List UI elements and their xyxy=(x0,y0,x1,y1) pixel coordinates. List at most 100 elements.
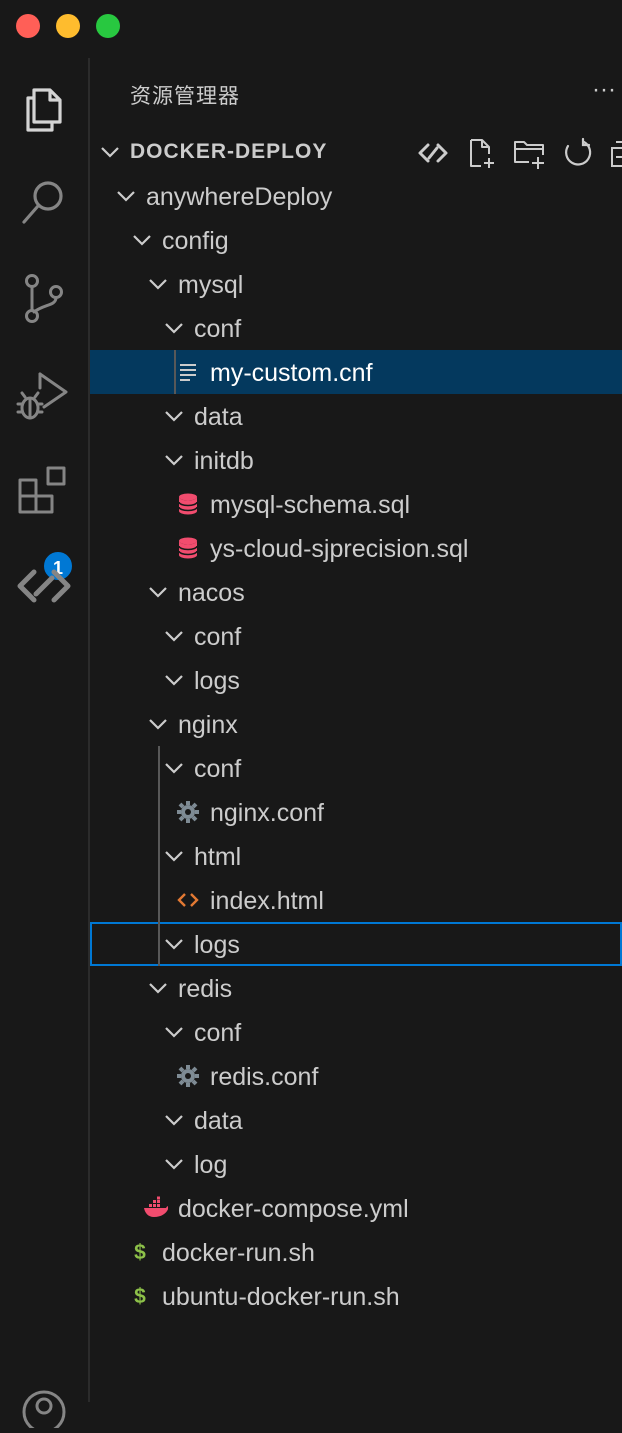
tree-item-label: redis.conf xyxy=(210,1063,319,1091)
chevron-down-icon xyxy=(149,719,167,730)
chevron-down-icon xyxy=(165,455,183,466)
tree-item-label: logs xyxy=(194,931,240,959)
tree-folder-row[interactable]: html xyxy=(90,834,622,878)
tree-folder-row[interactable]: anywhereDeploy xyxy=(90,174,622,218)
tree-item-label: ubuntu-docker-run.sh xyxy=(162,1283,400,1311)
source-control-icon[interactable] xyxy=(14,268,74,328)
chevron-down-icon xyxy=(165,763,183,774)
tree-item-label: data xyxy=(194,403,243,431)
database-icon xyxy=(178,493,198,515)
tree-item-label: index.html xyxy=(210,887,324,915)
workspace-root[interactable]: DOCKER-DEPLOY xyxy=(90,130,622,174)
search-icon[interactable] xyxy=(14,172,74,232)
more-actions-button[interactable]: ··· xyxy=(592,76,616,104)
tree-file-row[interactable]: ys-cloud-sjprecision.sql xyxy=(90,526,622,570)
extensions-icon[interactable] xyxy=(14,460,74,520)
shell-icon: $ xyxy=(134,1241,146,1264)
new-folder-icon[interactable] xyxy=(512,136,546,170)
chevron-down-icon xyxy=(101,147,119,158)
svg-text:$: $ xyxy=(134,1241,146,1264)
tree-item-label: conf xyxy=(194,755,242,783)
chevron-down-icon xyxy=(165,1027,183,1038)
run-debug-icon[interactable] xyxy=(14,364,74,424)
explorer-sidebar: 资源管理器 ··· DOCKER-DEPLOY anywhereDeploy c… xyxy=(90,58,622,1402)
tree-item-label: initdb xyxy=(194,447,254,475)
tree-file-row[interactable]: docker-compose.yml xyxy=(90,1186,622,1230)
tree-item-label: ys-cloud-sjprecision.sql xyxy=(210,535,469,563)
tree-folder-row[interactable]: data xyxy=(90,394,622,438)
tree-folder-row[interactable]: redis xyxy=(90,966,622,1010)
tree-folder-row[interactable]: conf xyxy=(90,746,622,790)
minimize-window-button[interactable] xyxy=(56,14,80,38)
tree-file-row[interactable]: index.html xyxy=(90,878,622,922)
files-icon[interactable] xyxy=(14,76,74,136)
tree-folder-row[interactable]: log xyxy=(90,1142,622,1186)
account-icon[interactable] xyxy=(14,1368,74,1433)
tree-folder-row[interactable]: nacos xyxy=(90,570,622,614)
tree-item-label: mysql xyxy=(178,271,244,299)
indent-guide xyxy=(158,746,160,966)
chevron-down-icon xyxy=(149,279,167,290)
tree-file-row[interactable]: redis.conf xyxy=(90,1054,622,1098)
workspace-root-label: DOCKER-DEPLOY xyxy=(130,140,328,163)
chevron-down-icon xyxy=(149,587,167,598)
indent-guide xyxy=(174,350,176,394)
explorer-title: 资源管理器 xyxy=(130,85,240,108)
tree-file-row[interactable]: my-custom.cnf xyxy=(90,350,622,394)
tree-folder-row[interactable]: initdb xyxy=(90,438,622,482)
tree-file-row[interactable]: mysql-schema.sql xyxy=(90,482,622,526)
collapse-all-icon[interactable] xyxy=(608,136,622,170)
remote-icon[interactable] xyxy=(14,556,74,616)
maximize-window-button[interactable] xyxy=(96,14,120,38)
tree-item-label: log xyxy=(194,1151,228,1179)
new-file-icon[interactable] xyxy=(464,136,498,170)
close-window-button[interactable] xyxy=(16,14,40,38)
chevron-down-icon xyxy=(165,1115,183,1126)
chevron-down-icon xyxy=(165,411,183,422)
chevron-down-icon xyxy=(165,851,183,862)
tree-item-label: conf xyxy=(194,315,242,343)
tree-folder-row[interactable]: conf xyxy=(90,614,622,658)
text-file-icon xyxy=(180,364,196,381)
chevron-down-icon xyxy=(117,191,135,202)
tree-folder-row[interactable]: conf xyxy=(90,306,622,350)
tree-item-label: docker-compose.yml xyxy=(178,1195,409,1223)
tree-folder-row[interactable]: nginx xyxy=(90,702,622,746)
chevron-down-icon xyxy=(165,631,183,642)
tree-item-label: conf xyxy=(194,623,242,651)
refresh-icon[interactable] xyxy=(560,136,594,170)
tree-file-row[interactable]: $ docker-run.sh xyxy=(90,1230,622,1274)
tree-item-label: nginx.conf xyxy=(210,799,324,827)
tree-folder-row[interactable]: mysql xyxy=(90,262,622,306)
tree-item-label: html xyxy=(194,843,242,871)
tree-item-label: mysql-schema.sql xyxy=(210,491,411,519)
chevron-down-icon xyxy=(165,323,183,334)
chevron-down-icon xyxy=(165,939,183,950)
tree-item-label: logs xyxy=(194,667,240,695)
remote-icon[interactable] xyxy=(416,136,450,170)
chevron-down-icon xyxy=(165,675,183,686)
tree-folder-row[interactable]: logs xyxy=(90,658,622,702)
title-bar xyxy=(0,0,622,58)
tree-item-label: data xyxy=(194,1107,243,1135)
tree-folder-row[interactable]: logs xyxy=(90,922,622,966)
shell-icon: $ xyxy=(134,1285,146,1308)
chevron-down-icon xyxy=(149,983,167,994)
gear-icon xyxy=(177,1065,199,1087)
tree-folder-row[interactable]: data xyxy=(90,1098,622,1142)
tree-file-row[interactable]: $ ubuntu-docker-run.sh xyxy=(90,1274,622,1318)
tree-item-label: docker-run.sh xyxy=(162,1239,315,1267)
tree-item-label: conf xyxy=(194,1019,242,1047)
database-icon xyxy=(178,537,198,559)
chevron-down-icon xyxy=(133,235,151,246)
tree-item-label: nacos xyxy=(178,579,245,607)
html-icon xyxy=(177,893,199,907)
tree-item-label: nginx xyxy=(178,711,238,739)
activity-bar: 1 xyxy=(0,58,90,1433)
tree-item-label: redis xyxy=(178,975,233,1003)
tree-folder-row[interactable]: config xyxy=(90,218,622,262)
tree-file-row[interactable]: nginx.conf xyxy=(90,790,622,834)
tree-folder-row[interactable]: conf xyxy=(90,1010,622,1054)
svg-text:$: $ xyxy=(134,1285,146,1308)
tree-item-label: anywhereDeploy xyxy=(146,183,333,211)
